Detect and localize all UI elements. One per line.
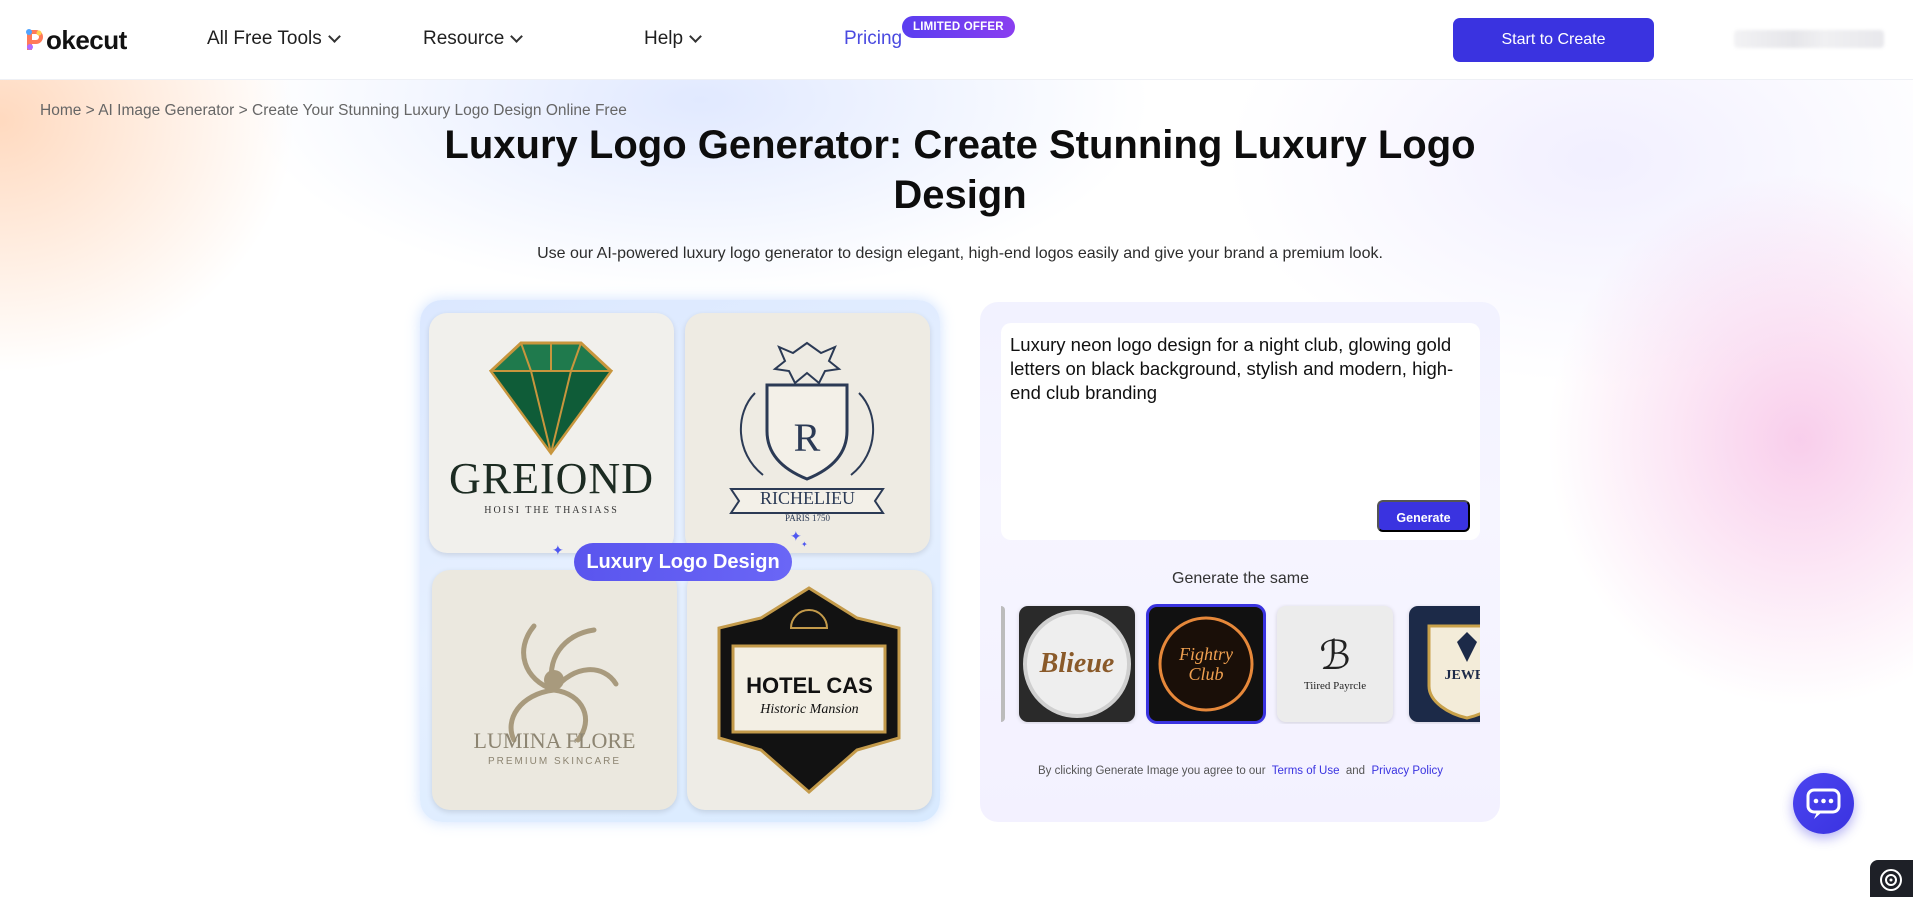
breadcrumb: Home > AI Image Generator > Create Your … <box>40 102 627 120</box>
sparkle-icon: ✦ <box>801 540 808 549</box>
sparkle-icon: ✦ <box>552 542 564 558</box>
breadcrumb-ai-image-generator[interactable]: AI Image Generator <box>98 102 234 119</box>
crest-logo-title: RICHELIEU <box>760 488 855 508</box>
breadcrumb-separator: > <box>238 102 248 119</box>
chat-support-button[interactable] <box>1793 773 1854 834</box>
showcase-card-hotel: HOTEL CAS Historic Mansion <box>687 570 932 810</box>
sparkle-icon: ✦ <box>790 528 802 544</box>
page-subtitle: Use our AI-powered luxury logo generator… <box>537 245 1383 262</box>
user-account-area[interactable] <box>1734 30 1884 48</box>
fightry-thumb-label: Fightry Club <box>1179 644 1233 684</box>
generate-the-same-label: Generate the same <box>1172 570 1309 587</box>
blieue-thumb-label: Blieue <box>1039 648 1115 679</box>
terms-notice: By clicking Generate Image you agree to … <box>1001 765 1480 777</box>
luxury-logo-design-pill: Luxury Logo Design <box>574 543 792 581</box>
example-thumb-jewel[interactable]: JEWEL <box>1409 606 1480 722</box>
terms-prefix: By clicking Generate Image you agree to … <box>1037 765 1266 777</box>
diamond-logo-title: GREIOND <box>449 454 654 503</box>
nav-resource[interactable]: Resource <box>423 28 524 50</box>
corner-widget-button[interactable] <box>1870 860 1913 897</box>
payrcle-monogram-icon: ℬ <box>1319 633 1351 678</box>
nav-pricing-label: Pricing <box>844 28 903 49</box>
start-to-create-button[interactable]: Start to Create <box>1453 18 1654 62</box>
target-icon <box>1880 869 1902 891</box>
lumina-logo-title: LUMINA FLORE <box>473 728 636 753</box>
chevron-down-icon <box>327 30 341 43</box>
crest-logo-sub: PARIS 1750 <box>785 513 830 523</box>
nav-help-label: Help <box>644 28 684 49</box>
page-title: Luxury Logo Generator: Create Stunning L… <box>444 123 1476 217</box>
hotel-logo-title: HOTEL CAS <box>746 673 873 698</box>
previous-thumb-edge[interactable] <box>1001 606 1005 722</box>
limited-offer-badge: LIMITED OFFER <box>902 16 1015 38</box>
showcase-card-lumina: LUMINA FLORE PREMIUM SKINCARE <box>432 570 677 810</box>
nav-all-free-tools[interactable]: All Free Tools <box>207 28 341 50</box>
nav-help[interactable]: Help <box>644 28 702 50</box>
jewel-thumb-label: JEWEL <box>1444 668 1480 683</box>
diamond-logo-image <box>489 341 613 456</box>
brand-name: okecut <box>46 24 127 55</box>
breadcrumb-separator: > <box>85 102 95 119</box>
chat-bubble-icon <box>1806 788 1841 819</box>
svg-text:R: R <box>794 415 821 460</box>
brand-logo[interactable]: okecut <box>24 24 127 56</box>
chevron-down-icon <box>689 30 702 43</box>
prompt-text[interactable]: Luxury neon logo design for a night club… <box>1010 333 1460 405</box>
breadcrumb-current: Create Your Stunning Luxury Logo Design … <box>252 102 627 119</box>
nav-all-free-tools-label: All Free Tools <box>207 28 322 49</box>
privacy-policy-link[interactable]: Privacy Policy <box>1371 765 1443 777</box>
nav-resource-label: Resource <box>423 28 505 49</box>
example-thumb-blieue[interactable]: Blieue <box>1019 606 1135 722</box>
example-carousel[interactable]: Blieue Fightry Club ℬ Tiired Payrcle JEW… <box>1001 604 1480 724</box>
nav-pricing[interactable]: Pricing <box>844 28 902 50</box>
hotel-logo-sub: Historic Mansion <box>760 702 859 717</box>
example-thumb-payrcle[interactable]: ℬ Tiired Payrcle <box>1277 606 1393 722</box>
top-header: okecut All Free Tools Resource Help Pric… <box>0 0 1913 80</box>
chevron-down-icon <box>510 30 524 43</box>
terms-of-use-link[interactable]: Terms of Use <box>1272 765 1340 777</box>
example-thumb-fightry-club[interactable]: Fightry Club <box>1146 604 1266 724</box>
swirl-logo-image <box>508 623 619 743</box>
payrcle-thumb-label: Tiired Payrcle <box>1303 680 1367 692</box>
breadcrumb-home[interactable]: Home <box>40 102 81 119</box>
terms-and: and <box>1345 765 1366 777</box>
generate-button[interactable]: Generate <box>1377 500 1470 532</box>
showcase-card-crest: R RICHELIEU PARIS 1750 <box>685 313 930 553</box>
diamond-logo-sub: HOISI THE THASIASS <box>484 505 619 516</box>
showcase-card-diamond: GREIOND HOISI THE THASIASS <box>429 313 674 553</box>
lumina-logo-sub: PREMIUM SKINCARE <box>487 756 622 767</box>
pokecut-logo-icon <box>24 27 46 53</box>
jewel-thumb-image <box>1427 624 1480 720</box>
